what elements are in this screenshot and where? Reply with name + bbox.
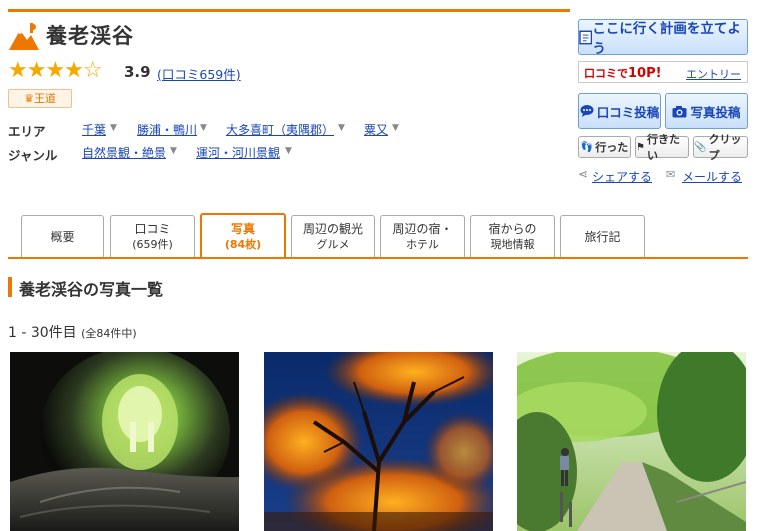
tab-label: 口コミ [134,222,171,236]
chevron-down-icon[interactable]: ▼ [110,123,117,133]
points-prefix: 口コミで [584,67,628,80]
tab-label: 旅行記 [584,229,621,244]
entry-link[interactable]: エントリー [686,66,741,82]
genre-link-river[interactable]: 運河・河川景観 [196,144,280,161]
mail-icon[interactable]: ✉ [666,168,675,181]
post-review-label: 口コミ投稿 [596,104,660,120]
reviews-link-text[interactable]: (口コミ659件) [157,67,241,82]
area-link-awamata[interactable]: 粟又 [364,121,388,138]
speech-bubble-icon [580,105,594,117]
spot-category-icon [9,23,39,50]
notepad-icon [579,30,593,45]
tab-overview[interactable]: 概要 [21,215,104,258]
tab-label: 周辺の観光 [302,222,363,236]
chevron-down-icon[interactable]: ▼ [200,123,207,133]
chevron-down-icon[interactable]: ▼ [392,123,399,133]
went-button[interactable]: 👣 行った [578,136,631,158]
result-count: 1 - 30件目 (全84件中) [8,322,137,342]
points-value: 10P! [628,66,662,81]
plan-trip-label: ここに行く計画を立てよう [592,21,741,57]
section-accent-bar [8,277,12,297]
section-title: 養老渓谷の写真一覧 [19,280,164,299]
rating-stars: ★★★★☆ [8,58,103,83]
area-label: エリア [8,124,46,139]
went-label: 行った [595,141,629,154]
area-link-chiba[interactable]: 千葉 [82,121,106,138]
tab-label: 概要 [50,229,75,244]
chevron-down-icon[interactable]: ▼ [285,146,292,156]
footprints-icon: 👣 [580,141,594,153]
paperclip-icon: 📎 [694,141,707,153]
tab-reviews[interactable]: 口コミ (659件) [110,215,195,258]
clip-label: クリップ [708,133,742,162]
reviews-count-link[interactable]: (口コミ659件) [157,64,241,83]
tab-sub-label: (84枚) [224,238,262,251]
rating-value: 3.9 [124,63,151,81]
tab-sub-label: (659件) [132,238,173,251]
tab-local-info[interactable]: 宿からの 現地情報 [470,215,555,258]
tab-sub-label: グルメ [316,238,350,251]
plan-trip-button[interactable]: ここに行く計画を立てよう [578,19,748,57]
area-link-otaki[interactable]: 大多喜町（夷隅郡） [226,121,334,138]
autumn-night-photo[interactable] [264,352,493,531]
want-to-go-label: 行きたい [646,133,680,162]
camera-icon [672,105,687,117]
clip-button[interactable]: 📎 クリップ [693,133,748,162]
post-review-button[interactable]: 口コミ投稿 [578,93,661,129]
tunnel-photo[interactable] [10,352,239,531]
classic-badge: ♛王道 [8,89,72,108]
result-range: 1 - 30件目 [8,325,77,341]
tab-underline [8,257,748,259]
badge-label: 王道 [33,92,56,105]
green-path-photo[interactable] [517,352,746,531]
post-photo-button[interactable]: 写真投稿 [665,93,748,129]
genre-label: ジャンル [8,148,58,163]
post-photo-label: 写真投稿 [690,104,741,120]
tab-photos[interactable]: 写真 (84枚) [200,213,286,259]
tab-sub-label: 現地情報 [490,238,535,251]
share-icon[interactable]: ⋖ [578,167,588,181]
points-campaign: 口コミで10P! エントリー [578,61,748,83]
tab-label: 宿からの [488,222,537,236]
header-rule [8,9,570,12]
tab-label: 写真 [230,222,255,236]
tab-sub-label: ホテル [406,238,439,251]
flag-icon: ⚑ [636,141,645,153]
points-text: 口コミで10P! [584,65,662,81]
crown-icon: ♛ [24,92,34,105]
result-total: (全84件中) [81,327,137,340]
want-to-go-button[interactable]: ⚑ 行きたい [635,133,689,162]
tab-nearby-sights[interactable]: 周辺の観光 グルメ [291,215,375,258]
tab-travelogue[interactable]: 旅行記 [560,215,645,258]
page-title: 養老渓谷 [46,24,134,48]
share-link[interactable]: シェアする [592,168,652,185]
tab-label: 周辺の宿・ [392,222,453,236]
tab-nearby-hotels[interactable]: 周辺の宿・ ホテル [380,215,465,258]
genre-link-scenery[interactable]: 自然景観・絶景 [82,144,166,161]
mail-link[interactable]: メールする [682,168,742,185]
chevron-down-icon[interactable]: ▼ [170,146,177,156]
chevron-down-icon[interactable]: ▼ [338,123,345,133]
area-link-katsuura[interactable]: 勝浦・鴨川 [137,121,197,138]
